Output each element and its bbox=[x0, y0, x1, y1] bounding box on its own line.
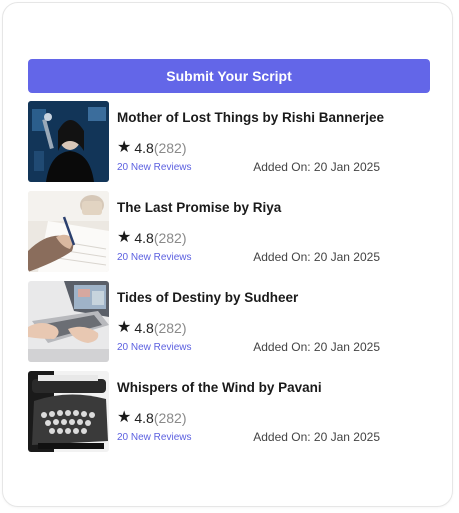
added-date: Added On: 20 Jan 2025 bbox=[253, 340, 380, 354]
script-title[interactable]: Mother of Lost Things by Rishi Bannerjee bbox=[117, 110, 384, 125]
rating-value: 4.8 bbox=[134, 140, 154, 156]
typewriter-image bbox=[28, 371, 109, 452]
rating-count: (282) bbox=[153, 410, 187, 426]
script-list-item[interactable]: Mother of Lost Things by Rishi Bannerjee… bbox=[28, 101, 430, 191]
new-reviews-link[interactable]: 20 New Reviews bbox=[117, 432, 191, 443]
script-title[interactable]: The Last Promise by Riya bbox=[117, 200, 281, 215]
script-rating: ★ 4.8 (282) bbox=[117, 139, 187, 157]
script-list-item[interactable]: Tides of Destiny by Sudheer ★ 4.8 (282) … bbox=[28, 281, 430, 371]
new-reviews-link[interactable]: 20 New Reviews bbox=[117, 252, 191, 263]
script-title[interactable]: Tides of Destiny by Sudheer bbox=[117, 290, 298, 305]
rating-value: 4.8 bbox=[134, 320, 154, 336]
new-reviews-link[interactable]: 20 New Reviews bbox=[117, 342, 191, 353]
rating-count: (282) bbox=[153, 140, 187, 156]
script-rating: ★ 4.8 (282) bbox=[117, 409, 187, 427]
script-title[interactable]: Whispers of the Wind by Pavani bbox=[117, 380, 322, 395]
rating-count: (282) bbox=[153, 320, 187, 336]
star-icon: ★ bbox=[117, 229, 132, 246]
star-icon: ★ bbox=[117, 409, 132, 426]
rating-value: 4.8 bbox=[134, 410, 154, 426]
script-rating: ★ 4.8 (282) bbox=[117, 229, 187, 247]
laptop-typing-image bbox=[28, 281, 109, 362]
rating-count: (282) bbox=[153, 230, 187, 246]
new-reviews-link[interactable]: 20 New Reviews bbox=[117, 162, 191, 173]
added-date: Added On: 20 Jan 2025 bbox=[253, 430, 380, 444]
dark-figure-image bbox=[28, 101, 109, 182]
added-date: Added On: 20 Jan 2025 bbox=[253, 250, 380, 264]
writing-hand-image bbox=[28, 191, 109, 272]
star-icon: ★ bbox=[117, 319, 132, 336]
star-icon: ★ bbox=[117, 139, 132, 156]
script-list-item[interactable]: The Last Promise by Riya ★ 4.8 (282) 20 … bbox=[28, 191, 430, 281]
script-list-item[interactable]: Whispers of the Wind by Pavani ★ 4.8 (28… bbox=[28, 371, 430, 461]
script-rating: ★ 4.8 (282) bbox=[117, 319, 187, 337]
added-date: Added On: 20 Jan 2025 bbox=[253, 160, 380, 174]
rating-value: 4.8 bbox=[134, 230, 154, 246]
script-list: Mother of Lost Things by Rishi Bannerjee… bbox=[28, 101, 430, 461]
submit-script-button[interactable]: Submit Your Script bbox=[28, 59, 430, 93]
